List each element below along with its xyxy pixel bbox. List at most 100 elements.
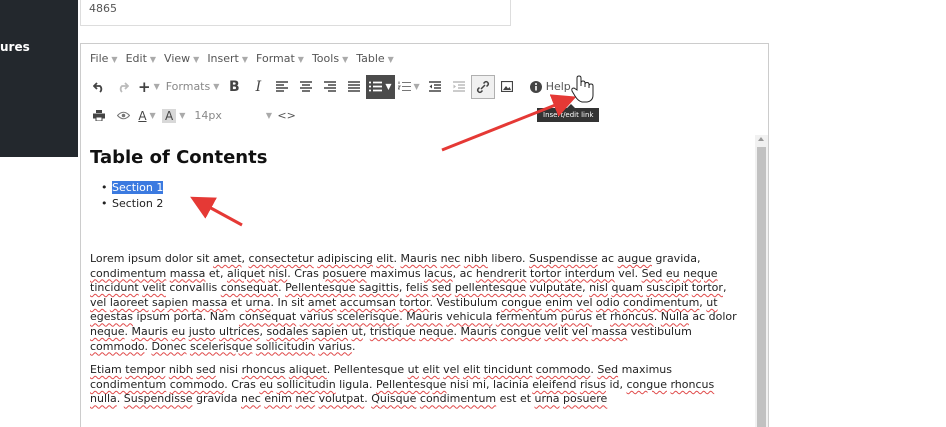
scroll-up-icon[interactable] [758, 137, 764, 141]
justify-icon [348, 81, 361, 92]
menu-label: Tools [311, 51, 340, 65]
text-run: . [116, 392, 124, 406]
selected-text[interactable]: Section 1 [112, 181, 164, 194]
spellcheck-word: rhoncus [670, 377, 715, 391]
spellcheck-word: vel [576, 295, 593, 309]
menu-format[interactable]: Format ▼ [256, 52, 304, 65]
menu-label: Format [256, 51, 295, 65]
formats-dropdown[interactable]: Formats ▼ [163, 75, 223, 99]
font-size-dropdown[interactable]: 14px ▼ [188, 104, 274, 128]
spellcheck-word: suscipit [646, 281, 689, 295]
text-run: maximus [618, 363, 673, 377]
spellcheck-word: urna [534, 392, 560, 406]
menu-edit[interactable]: Edit ▼ [126, 52, 156, 65]
spellcheck-word: condimentum [623, 295, 700, 309]
bullet-list-icon [369, 81, 383, 92]
spellcheck-word: Sed [641, 266, 663, 280]
spellcheck-word: massa [591, 324, 628, 338]
spellcheck-word: ut [706, 295, 718, 309]
content-scrollbar[interactable] [755, 135, 768, 427]
redo-button[interactable] [111, 75, 135, 99]
info-icon [529, 80, 542, 93]
rich-text-editor: File ▼ Edit ▼ View ▼ Insert ▼ Format ▼ Tools ▼… [80, 43, 769, 427]
spellcheck-word: enim [264, 392, 292, 406]
spellcheck-word: tristique [369, 324, 416, 338]
menu-label: Insert [207, 51, 239, 65]
menu-table[interactable]: Table ▼ [356, 52, 394, 65]
text-run: . [351, 339, 356, 353]
spellcheck-word: felis [405, 281, 429, 295]
toc-item: Section 1 [101, 180, 746, 196]
align-center-button[interactable] [294, 75, 318, 99]
chevron-down-icon: ▼ [179, 111, 186, 120]
spellcheck-word: enim [545, 295, 573, 309]
spellcheck-word: eleifend [532, 377, 577, 391]
spellcheck-word: Nulla [660, 310, 689, 324]
spellcheck-word: egestas [90, 310, 134, 324]
text-run: . Vestibulum [429, 295, 502, 309]
spellcheck-word: posuere [322, 266, 367, 280]
text-run: , [362, 324, 370, 338]
preview-button[interactable] [111, 104, 135, 128]
spellcheck-word: Pellentesque [285, 281, 356, 295]
spellcheck-word: nisl [268, 266, 288, 280]
spellcheck-word: commodo [535, 363, 591, 377]
chevron-down-icon: ▼ [297, 54, 304, 64]
spellcheck-word: purus [560, 310, 592, 324]
bold-button[interactable]: B [222, 75, 246, 99]
image-icon [500, 81, 513, 92]
text-color-button[interactable]: A ▼ [135, 104, 159, 128]
text-run: ipsum porta. Nam [133, 310, 239, 324]
chevron-down-icon: ▼ [153, 82, 160, 91]
italic-button[interactable]: I [246, 75, 270, 99]
menu-view[interactable]: View ▼ [164, 52, 199, 65]
text-run: nisi [215, 363, 242, 377]
justify-button[interactable] [342, 75, 366, 99]
indent-icon [452, 81, 465, 92]
chevron-down-icon: ▼ [265, 111, 273, 120]
background-color-button[interactable]: A ▼ [159, 104, 188, 128]
text-run: . [453, 324, 461, 338]
bullet-list-button[interactable]: ▼ [366, 74, 395, 99]
print-button[interactable] [87, 104, 111, 128]
text-run: . In sit [270, 295, 308, 309]
text-run: Lorem ipsum dolor sit [90, 252, 213, 265]
numbered-list-button[interactable]: ▼ [395, 75, 423, 99]
toolbar-row-2: A ▼ A ▼ 14px ▼ <> [81, 101, 768, 130]
align-left-button[interactable] [270, 75, 294, 99]
spellcheck-word: sollicitudin [255, 339, 315, 353]
toc-item-text[interactable]: Section 2 [112, 197, 163, 210]
help-button[interactable]: Help [527, 75, 574, 99]
indent-button[interactable] [447, 75, 471, 99]
source-code-button[interactable]: <> [274, 104, 298, 128]
spellcheck-word: vel [571, 324, 589, 338]
spellcheck-word: lacus [424, 266, 453, 280]
insert-button[interactable]: + ▼ [135, 75, 163, 99]
spellcheck-word: sagittis [358, 281, 399, 295]
document-heading: Table of Contents [90, 147, 268, 168]
menu-file[interactable]: File ▼ [90, 52, 118, 65]
menu-tools[interactable]: Tools ▼ [312, 52, 348, 65]
insert-image-button[interactable] [495, 75, 519, 99]
number-field[interactable]: 4865 [80, 0, 511, 26]
spellcheck-word: ut [351, 324, 363, 338]
spellcheck-word: quam [611, 281, 643, 295]
editor-content[interactable]: Table of Contents Section 1 Section 2 Lo… [82, 135, 754, 427]
text-run: , [241, 252, 249, 265]
spellcheck-word: accumsan [339, 295, 396, 309]
scrollbar-thumb[interactable] [757, 147, 766, 427]
menu-insert[interactable]: Insert ▼ [207, 52, 248, 65]
spellcheck-word: risus [579, 377, 606, 391]
undo-button[interactable] [87, 75, 111, 99]
align-right-button[interactable] [318, 75, 342, 99]
sidebar-item-label[interactable]: ures [0, 40, 30, 54]
spellcheck-word: vel [90, 295, 107, 309]
spellcheck-word: ut [407, 363, 419, 377]
spellcheck-word: sodales [266, 324, 309, 338]
outdent-button[interactable] [423, 75, 447, 99]
insert-link-button[interactable] [470, 74, 495, 99]
menu-label: Edit [125, 51, 147, 65]
spellcheck-word: nec [241, 392, 261, 406]
toc-list: Section 1 Section 2 [101, 180, 746, 212]
text-run: maximus [366, 266, 425, 280]
